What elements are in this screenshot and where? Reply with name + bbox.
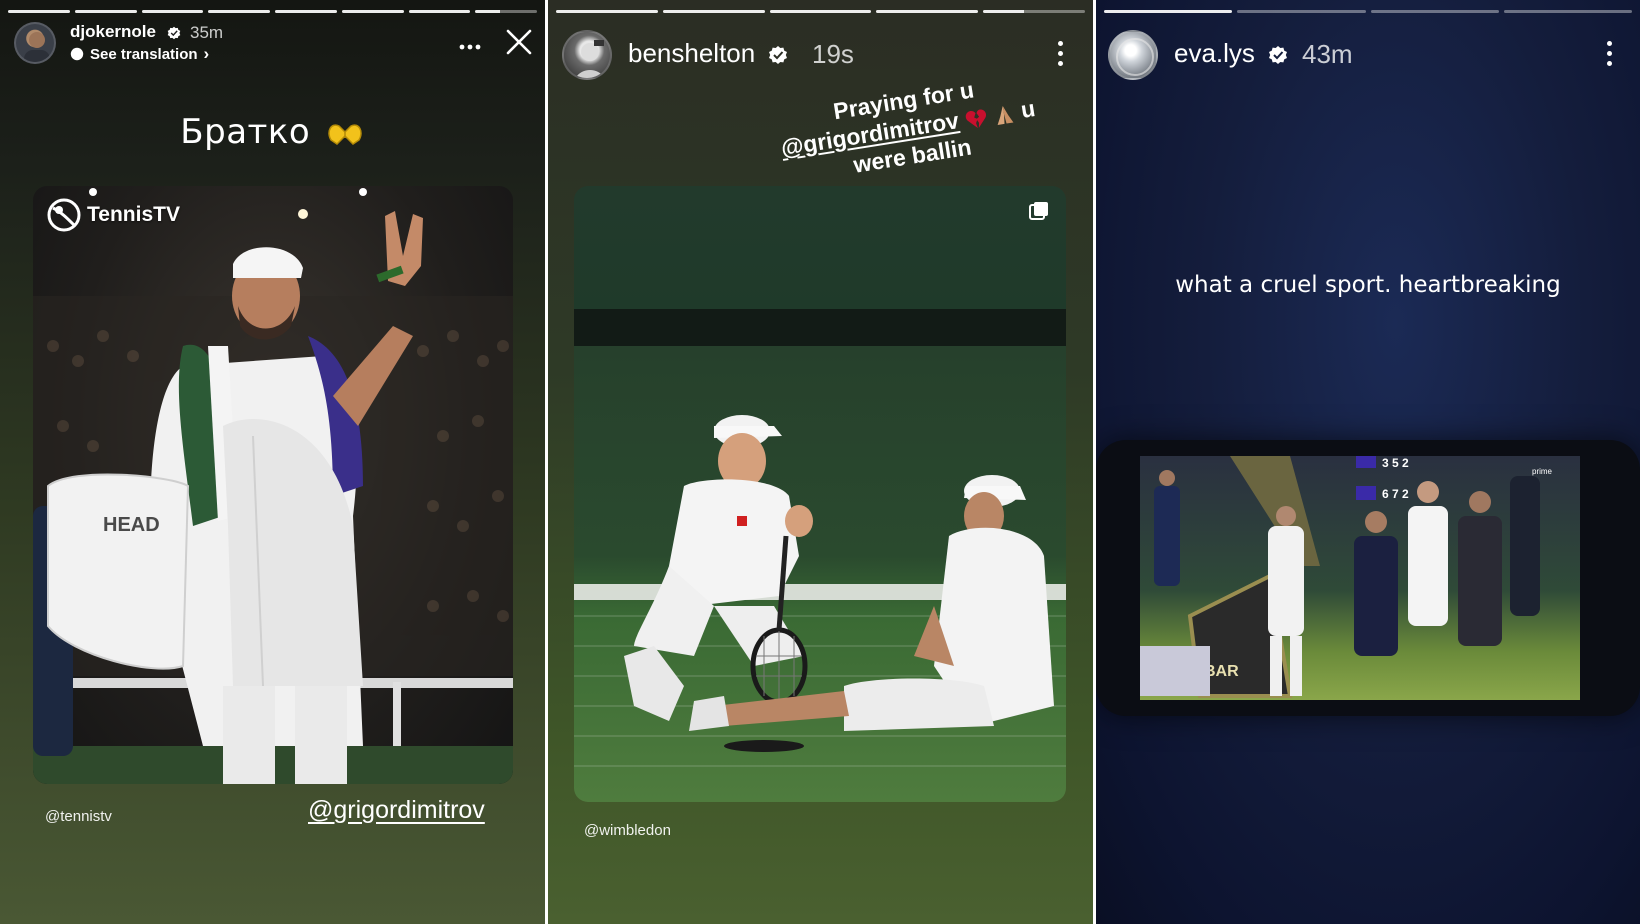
progress-segment — [141, 10, 204, 13]
progress-segment — [1370, 10, 1499, 13]
carousel-icon — [1028, 200, 1050, 222]
globe-icon — [70, 47, 84, 61]
progress-segment — [876, 10, 979, 13]
story-time: 19s — [812, 39, 854, 69]
close-icon[interactable] — [505, 28, 533, 56]
progress-segment — [1237, 10, 1366, 13]
folded-hands-emoji — [997, 105, 1014, 125]
progress-segment — [74, 10, 137, 13]
username[interactable]: eva.lys — [1174, 38, 1288, 69]
verified-badge-icon — [1269, 46, 1288, 65]
story-progress-bar — [8, 10, 537, 13]
story-djokernole[interactable]: djokernole 35m See translation › Братко — [0, 0, 545, 924]
username-text[interactable]: eva.lys — [1174, 38, 1255, 68]
avatar[interactable] — [562, 30, 612, 80]
score-bottom: 6 7 2 — [1382, 487, 1409, 501]
caption-suffix: u — [1018, 95, 1037, 123]
progress-segment — [983, 10, 1085, 13]
see-translation-link[interactable]: See translation › — [70, 44, 209, 64]
more-vertical-icon[interactable] — [1599, 39, 1619, 69]
progress-segment — [8, 10, 70, 13]
photo-credit[interactable]: @tennistv — [45, 808, 112, 825]
progress-segment — [1104, 10, 1233, 13]
verified-badge-icon — [167, 26, 181, 39]
story-caption: Братко — [0, 110, 545, 152]
tennistv-logo-text: TennisTV — [87, 203, 180, 226]
photo-illustration: HEAD — [33, 188, 513, 784]
story-caption: Praying for u @grigordimitrov u were bal… — [753, 63, 1062, 193]
avatar[interactable] — [1108, 30, 1158, 80]
tennistv-logo-icon — [47, 198, 81, 232]
story-progress-bar — [556, 10, 1085, 13]
caption-text: Братко — [180, 112, 311, 152]
broken-heart-emoji — [965, 109, 986, 129]
progress-segment — [341, 10, 404, 13]
story-eva-lys[interactable]: eva.lys 43m what a cruel sport. heartbre… — [1096, 0, 1640, 924]
mention-link[interactable]: @grigordimitrov — [308, 796, 485, 825]
story-time: 43m — [1302, 39, 1353, 69]
caption-text: what a cruel sport. heartbreaking — [1175, 272, 1561, 298]
username[interactable]: djokernole — [70, 22, 181, 42]
progress-segment — [1503, 10, 1632, 13]
shared-photo[interactable]: HEAD TennisTV — [33, 186, 513, 784]
bag-brand-text: HEAD — [103, 514, 160, 536]
see-translation-text[interactable]: See translation — [90, 46, 198, 63]
story-benshelton[interactable]: benshelton 19s Praying for u @grigordimi… — [548, 0, 1093, 924]
photo-illustration — [574, 415, 1066, 767]
shared-photo[interactable] — [574, 186, 1066, 802]
progress-segment — [275, 10, 337, 13]
more-vertical-icon[interactable] — [1050, 39, 1070, 69]
tennistv-logo: TennisTV — [47, 198, 180, 232]
username-text[interactable]: benshelton — [628, 38, 755, 68]
more-horizontal-icon[interactable] — [458, 38, 482, 50]
progress-segment — [769, 10, 872, 13]
username-text[interactable]: djokernole — [70, 22, 156, 41]
story-progress-bar — [1104, 10, 1632, 13]
score-top: 3 5 2 — [1382, 456, 1409, 470]
phone-screenshot-photo[interactable]: BAR 3 5 2 6 7 2 prime — [1096, 440, 1640, 716]
tv-screen: BAR 3 5 2 6 7 2 prime — [1140, 456, 1580, 700]
progress-segment — [208, 10, 270, 13]
avatar[interactable] — [14, 22, 56, 64]
username[interactable]: benshelton — [628, 38, 788, 69]
tv-scene: BAR 3 5 2 6 7 2 prime — [1140, 456, 1553, 698]
progress-segment — [475, 10, 537, 13]
progress-segment — [408, 10, 471, 13]
chevron-right-icon: › — [203, 44, 210, 63]
story-time: 35m — [190, 23, 224, 42]
progress-segment — [556, 10, 658, 13]
progress-segment — [662, 10, 765, 13]
verified-badge-icon — [769, 46, 788, 65]
heart-hands-emoji — [327, 124, 362, 146]
photo-credit[interactable]: @wimbledon — [584, 822, 671, 839]
side-text: prime — [1532, 467, 1553, 476]
